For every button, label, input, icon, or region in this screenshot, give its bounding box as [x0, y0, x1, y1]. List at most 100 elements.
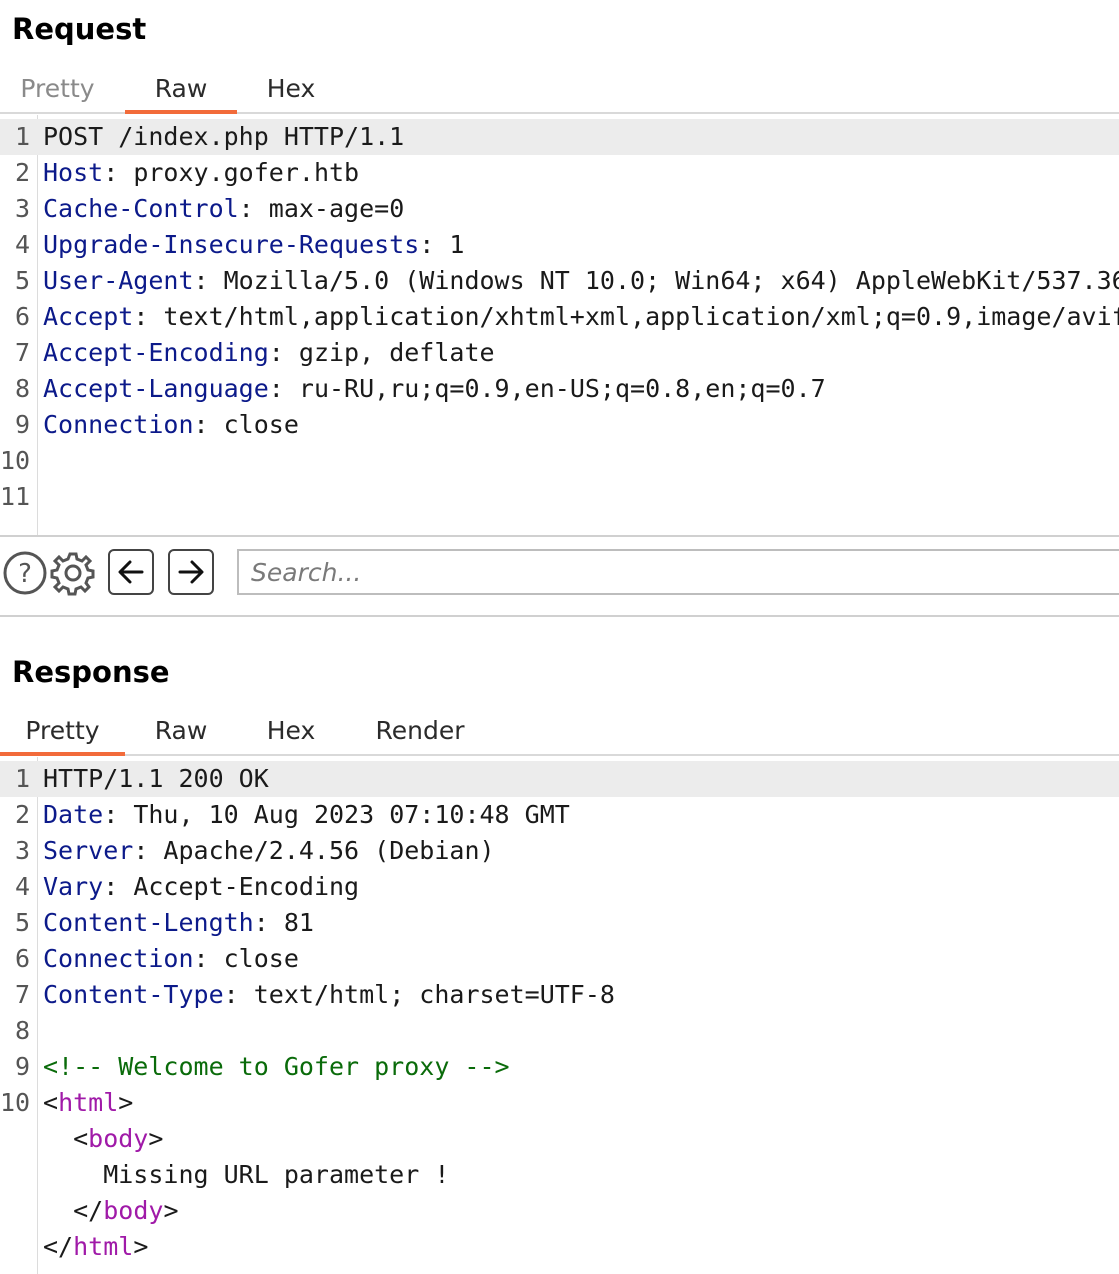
forward-button[interactable] [168, 549, 214, 595]
header-name: Cache-Control [43, 194, 239, 223]
code-text: HTTP/1.1 200 OK [43, 761, 269, 797]
request-line: 7 Accept-Encoding: gzip, deflate [0, 335, 1119, 371]
header-name: Connection [43, 944, 194, 973]
response-tabs: Pretty Raw Hex Render [0, 710, 1119, 756]
header-value: proxy.gofer.htb [133, 158, 360, 187]
response-tab-render[interactable]: Render [345, 710, 495, 752]
response-line: </html> [0, 1229, 1119, 1265]
line-number: 10 [0, 1088, 31, 1117]
arrow-right-icon [178, 560, 204, 584]
request-line: 9 Connection: close [0, 407, 1119, 443]
html-tag-name: html [58, 1088, 119, 1117]
html-comment: <!-- Welcome to Gofer proxy --> [43, 1052, 510, 1081]
code-text: </html> [43, 1229, 148, 1265]
request-tab-pretty[interactable]: Pretty [0, 68, 115, 110]
request-panel: Request Pretty Raw Hex 1 POST /index.php … [0, 0, 1119, 535]
line-number: 6 [14, 302, 30, 331]
request-toolbar: ? [0, 535, 1119, 617]
header-value: POST /index.php HTTP/1.1 [43, 122, 405, 151]
header-separator: : [193, 410, 224, 439]
line-number: 11 [0, 482, 31, 511]
header-value: close [223, 410, 299, 439]
code-text: Accept: text/html,application/xhtml+xml,… [43, 299, 1119, 335]
header-name: Accept [43, 302, 134, 331]
response-tab-hex[interactable]: Hex [237, 710, 345, 752]
code-token: close [223, 944, 299, 973]
response-line: <body> [0, 1121, 1119, 1157]
response-line: 7 Content-Type: text/html; charset=UTF-8 [0, 977, 1119, 1013]
header-separator: : [238, 194, 269, 223]
code-text: Date: Thu, 10 Aug 2023 07:10:48 GMT [43, 797, 570, 833]
line-number: 3 [14, 836, 30, 865]
code-text: Accept-Language: ru-RU,ru;q=0.9,en-US;q=… [43, 371, 826, 407]
request-line: 3 Cache-Control: max-age=0 [0, 191, 1119, 227]
response-line: 5 Content-Length: 81 [0, 905, 1119, 941]
code-token: > [148, 1124, 164, 1153]
code-token: : [103, 800, 134, 829]
back-button[interactable] [108, 549, 154, 595]
line-number: 1 [14, 122, 30, 151]
response-editor[interactable]: 1 HTTP/1.1 200 OK 2 Date: Thu, 10 Aug 2023 … [0, 757, 1119, 1274]
code-token: > [163, 1196, 179, 1225]
header-value: Mozilla/5.0 (Windows NT 10.0; Win64; x64… [223, 266, 1119, 295]
code-text: Content-Length: 81 [43, 905, 314, 941]
response-tab-raw[interactable]: Raw [125, 710, 237, 752]
code-token: Apache/2.4.56 (Debian) [163, 836, 495, 865]
header-value: ru-RU,ru;q=0.9,en-US;q=0.8,en;q=0.7 [298, 374, 826, 403]
request-editor[interactable]: 1 POST /index.php HTTP/1.1 2 Host: proxy.go… [0, 115, 1119, 535]
code-token: : [193, 944, 224, 973]
code-text: User-Agent: Mozilla/5.0 (Windows NT 10.0… [43, 263, 1119, 299]
header-separator: : [193, 266, 224, 295]
code-token: text/html; charset=UTF-8 [253, 980, 615, 1009]
line-number: 1 [14, 764, 30, 793]
header-name: Accept-Language [43, 374, 269, 403]
code-token: </ [43, 1232, 74, 1261]
svg-text:?: ? [18, 559, 32, 589]
code-text: </body> [43, 1193, 179, 1229]
code-token: Missing URL parameter ! [43, 1160, 450, 1189]
line-number: 8 [14, 374, 30, 403]
header-value: gzip, deflate [298, 338, 495, 367]
header-name: Date [43, 800, 104, 829]
request-tab-raw[interactable]: Raw [125, 68, 237, 114]
line-number: 5 [14, 908, 30, 937]
response-line: </body> [0, 1193, 1119, 1229]
line-number: 2 [14, 158, 30, 187]
line-number: 4 [14, 872, 30, 901]
request-line: 5 User-Agent: Mozilla/5.0 (Windows NT 10.… [0, 263, 1119, 299]
code-token: 81 [283, 908, 314, 937]
line-number: 6 [14, 944, 30, 973]
line-number: 7 [14, 980, 30, 1009]
code-text: Missing URL parameter ! [43, 1157, 449, 1193]
header-separator: : [268, 338, 299, 367]
code-text: Server: Apache/2.4.56 (Debian) [43, 833, 495, 869]
code-token: : [253, 908, 284, 937]
header-separator: : [268, 374, 299, 403]
response-tab-pretty[interactable]: Pretty [0, 710, 125, 756]
code-token: </ [43, 1196, 104, 1225]
help-icon[interactable]: ? [3, 551, 47, 595]
code-token: Thu, 10 Aug 2023 07:10:48 GMT [133, 800, 570, 829]
arrow-left-icon [118, 560, 144, 584]
code-text: Content-Type: text/html; charset=UTF-8 [43, 977, 615, 1013]
response-line: 1 HTTP/1.1 200 OK [0, 761, 1119, 797]
code-text: Host: proxy.gofer.htb [43, 155, 359, 191]
line-number: 7 [14, 338, 30, 367]
request-line: 1 POST /index.php HTTP/1.1 [0, 119, 1119, 155]
code-token: HTTP/1.1 200 OK [43, 764, 269, 793]
code-token: : [223, 980, 254, 1009]
request-tab-hex[interactable]: Hex [237, 68, 345, 110]
code-text: <html> [43, 1085, 133, 1121]
response-line: 3 Server: Apache/2.4.56 (Debian) [0, 833, 1119, 869]
line-number: 3 [14, 194, 30, 223]
search-input[interactable] [237, 549, 1119, 595]
gear-icon[interactable] [50, 550, 96, 596]
code-text: Upgrade-Insecure-Requests: 1 [43, 227, 464, 263]
code-text: <!-- Welcome to Gofer proxy --> [43, 1049, 510, 1085]
code-text: <body> [43, 1121, 163, 1157]
code-text: Accept-Encoding: gzip, deflate [43, 335, 495, 371]
response-line: Missing URL parameter ! [0, 1157, 1119, 1193]
line-number: 5 [14, 266, 30, 295]
header-name: Upgrade-Insecure-Requests [43, 230, 420, 259]
line-number: 2 [14, 800, 30, 829]
